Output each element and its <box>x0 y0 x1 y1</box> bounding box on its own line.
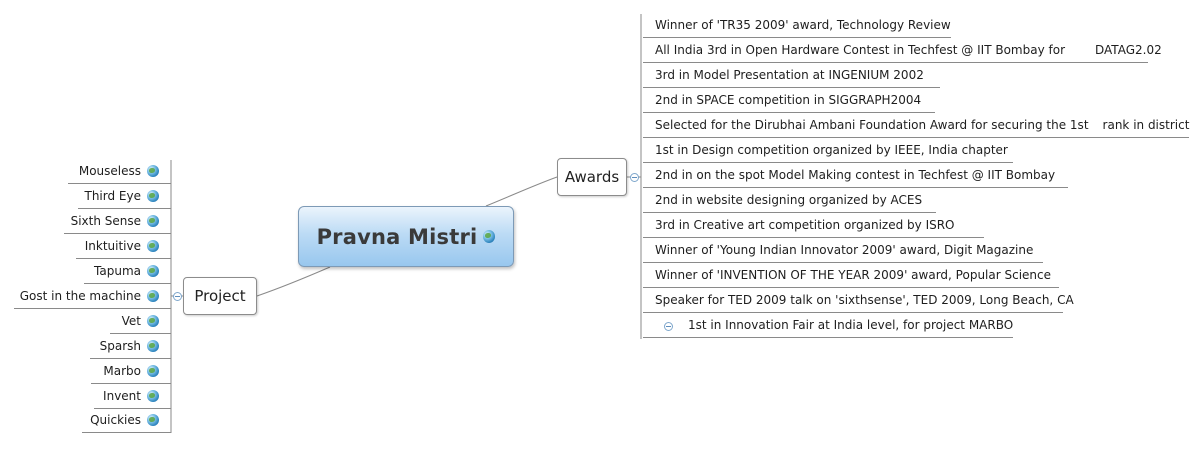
awards-collapse-icon[interactable] <box>630 173 639 182</box>
globe-icon <box>147 165 159 177</box>
globe-icon <box>147 315 159 327</box>
project-collapse-icon[interactable] <box>173 292 182 301</box>
globe-icon <box>147 414 159 426</box>
project-item[interactable]: Invent <box>94 384 171 409</box>
award-item-collapse-icon[interactable] <box>664 322 673 331</box>
project-item[interactable]: Marbo <box>91 359 171 384</box>
award-item[interactable]: 3rd in Model Presentation at INGENIUM 20… <box>643 63 940 88</box>
central-topic-title: Pravna Mistri <box>316 224 478 249</box>
globe-icon <box>147 240 159 252</box>
project-item[interactable]: Tapuma <box>84 259 171 284</box>
branch-awards[interactable]: Awards <box>557 158 627 196</box>
branch-awards-label: Awards <box>564 168 620 186</box>
globe-icon <box>147 265 159 277</box>
project-item[interactable]: Sparsh <box>90 334 171 359</box>
branch-project[interactable]: Project <box>183 277 257 315</box>
award-item[interactable]: 2nd in website designing organized by AC… <box>643 188 936 213</box>
central-topic[interactable]: Pravna Mistri <box>298 206 514 267</box>
globe-icon <box>147 290 159 302</box>
award-item[interactable]: 2nd in on the spot Model Making contest … <box>643 163 1068 188</box>
project-item[interactable]: Mouseless <box>68 159 171 184</box>
award-item[interactable]: 3rd in Creative art competition organize… <box>643 213 984 238</box>
globe-icon <box>147 390 159 402</box>
award-item[interactable]: Speaker for TED 2009 talk on 'sixthsense… <box>643 288 1074 313</box>
connector-central-awards <box>485 176 558 207</box>
award-item[interactable]: 2nd in SPACE competition in SIGGRAPH2004 <box>643 88 935 113</box>
award-item[interactable]: Winner of 'Young Indian Innovator 2009' … <box>643 238 1043 263</box>
award-item[interactable]: Winner of 'TR35 2009' award, Technology … <box>643 13 951 38</box>
project-item[interactable]: Vet <box>110 309 171 334</box>
project-item[interactable]: Sixth Sense <box>64 209 171 234</box>
project-item[interactable]: Third Eye <box>78 184 171 209</box>
globe-icon <box>147 365 159 377</box>
connector-lines <box>170 14 642 433</box>
award-item[interactable]: Selected for the Dirubhai Ambani Foundat… <box>643 113 1189 138</box>
project-item[interactable]: Gost in the machine <box>14 284 171 309</box>
globe-icon <box>147 190 159 202</box>
globe-icon <box>147 340 159 352</box>
award-item[interactable]: All India 3rd in Open Hardware Contest i… <box>643 38 1162 63</box>
project-item[interactable]: Inktuitive <box>76 234 171 259</box>
connector-central-project <box>256 266 331 297</box>
award-item[interactable]: 1st in Design competition organized by I… <box>643 138 1013 163</box>
globe-icon <box>483 230 496 243</box>
award-item[interactable]: Winner of 'INVENTION OF THE YEAR 2009' a… <box>643 263 1059 288</box>
branch-project-label: Project <box>194 287 246 305</box>
globe-icon <box>147 215 159 227</box>
project-item[interactable]: Quickies <box>82 408 171 433</box>
award-item[interactable]: 1st in Innovation Fair at India level, f… <box>643 313 1013 338</box>
